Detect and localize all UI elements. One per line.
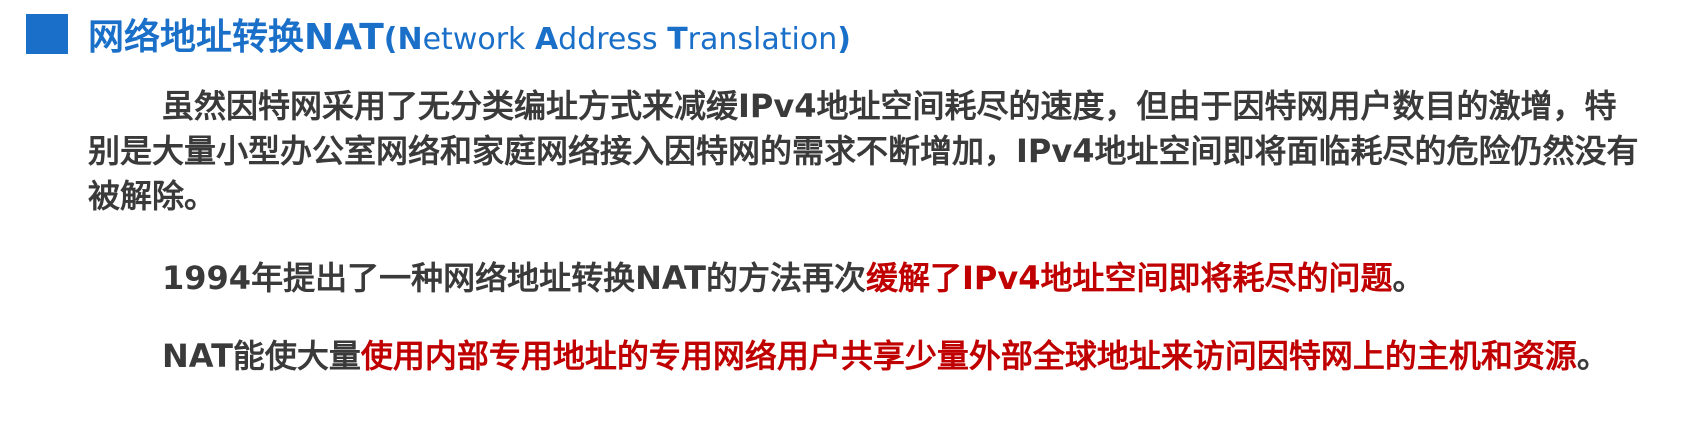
heading-zh: 网络地址转换NAT (88, 17, 384, 58)
paragraph-nat-function: NAT能使大量使用内部专用地址的专用网络用户共享少量外部全球地址来访问因特网上的… (88, 334, 1648, 379)
paragraph-punctuation: 。 (1576, 337, 1609, 375)
paragraph-text: NAT能使大量 (162, 337, 361, 375)
heading-en: (Network Address Translation) (383, 22, 851, 57)
paragraph-ipv4-exhaustion: 虽然因特网采用了无分类编址方式来减缓IPv4地址空间耗尽的速度，但由于因特网用户… (88, 84, 1648, 219)
highlight-text: 使用内部专用地址的专用网络用户共享少量外部全球地址来访问因特网上的主机和资源 (360, 337, 1577, 375)
paragraph-text: 虽然因特网采用了无分类编址方式来减缓IPv4地址空间耗尽的速度，但由于因特网用户… (88, 87, 1639, 215)
heading-square-marker (26, 14, 68, 54)
paragraph-punctuation: 。 (1392, 259, 1425, 297)
highlight-text: 缓解了IPv4地址空间即将耗尽的问题 (865, 259, 1393, 297)
paragraph-text: 1994年提出了一种网络地址转换NAT的方法再次 (162, 259, 866, 297)
heading-title: 网络地址转换NAT(Network Address Translation) (88, 8, 851, 60)
paragraph-nat-1994: 1994年提出了一种网络地址转换NAT的方法再次缓解了IPv4地址空间即将耗尽的… (88, 256, 1648, 301)
section-heading: 网络地址转换NAT(Network Address Translation) (26, 12, 851, 58)
